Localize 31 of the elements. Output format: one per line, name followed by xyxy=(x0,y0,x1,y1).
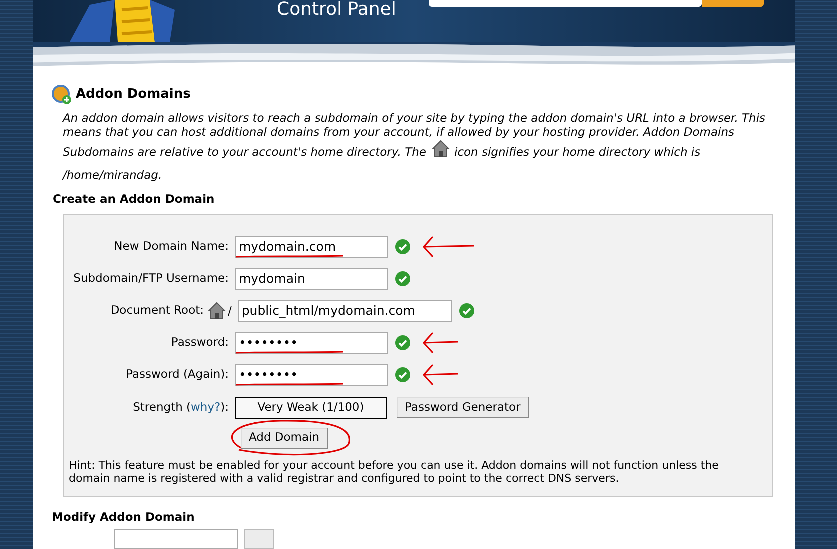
house-icon xyxy=(207,300,227,321)
path-separator: / xyxy=(228,303,232,320)
password-generator-button[interactable]: Password Generator xyxy=(397,397,529,418)
add-domain-button[interactable]: Add Domain xyxy=(241,428,328,449)
hint-text: Hint: This feature must be enabled for your account before you can use it. Addon domains will not function unless the domain name is registered with a valid registrar and configured to point to the correct DNS servers. xyxy=(69,458,720,485)
section-heading: Create an Addon Domain xyxy=(53,191,216,208)
text-field[interactable]: •••••••• xyxy=(235,332,388,354)
field-label: New Domain Name: xyxy=(113,238,229,255)
strength-meter: Very Weak (1/100) xyxy=(235,396,387,419)
field-label: Subdomain/FTP Username: xyxy=(72,270,229,287)
home-path: /home/mirandag. xyxy=(63,167,164,184)
header-title: Control Panel xyxy=(277,1,396,19)
text-field[interactable] xyxy=(114,529,238,549)
text-field[interactable]: public_html/mydomain.com xyxy=(238,300,452,322)
description-text: icon signifies your home directory which is xyxy=(454,145,701,160)
globe-icon xyxy=(52,85,72,106)
description-text: An addon domain allows visitors to reach a subdomain of your site by typing the addon domain's URL into a browser. This xyxy=(63,111,766,126)
text-field[interactable]: •••••••• xyxy=(235,364,388,386)
description-text: Subdomains are relative to your account's home directory. The xyxy=(63,145,426,160)
text-field[interactable]: mydomain.com xyxy=(235,236,388,258)
description-text: means that you can host additional domains from your account, if allowed by your hosting provider. Addon Domains xyxy=(63,125,734,140)
field-label: Password: xyxy=(170,334,229,351)
section-heading: Modify Addon Domain xyxy=(52,508,196,526)
why-link[interactable]: why? xyxy=(191,400,221,414)
text-field[interactable]: mydomain xyxy=(235,268,388,290)
select-button[interactable] xyxy=(244,529,274,549)
field-label: Password (Again): xyxy=(125,366,229,383)
house-icon xyxy=(430,139,450,160)
strength-label: Strength (why?): xyxy=(132,398,229,416)
field-label: Document Root: xyxy=(110,302,204,319)
page-title: Addon Domains xyxy=(76,86,191,104)
